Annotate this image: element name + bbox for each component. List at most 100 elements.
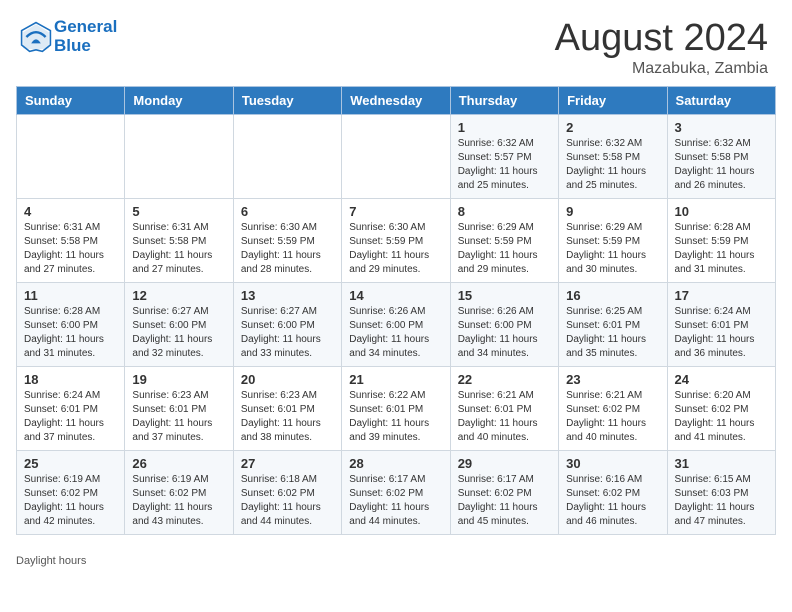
day-number: 15 (458, 288, 551, 303)
day-number: 26 (132, 456, 225, 471)
calendar-cell: 25 Sunrise: 6:19 AM Sunset: 6:02 PM Dayli… (17, 450, 125, 534)
title-area: August 2024 Mazabuka, Zambia (555, 18, 768, 78)
calendar-cell: 21 Sunrise: 6:22 AM Sunset: 6:01 PM Dayli… (342, 366, 450, 450)
weekday-header: Monday (125, 86, 233, 114)
day-number: 29 (458, 456, 551, 471)
day-info: Sunrise: 6:17 AM Sunset: 6:02 PM Dayligh… (458, 473, 551, 529)
day-info: Sunrise: 6:26 AM Sunset: 6:00 PM Dayligh… (458, 305, 551, 361)
calendar-cell: 12 Sunrise: 6:27 AM Sunset: 6:00 PM Dayli… (125, 282, 233, 366)
day-number: 11 (24, 288, 117, 303)
weekday-header: Thursday (450, 86, 558, 114)
day-number: 27 (241, 456, 334, 471)
day-info: Sunrise: 6:29 AM Sunset: 5:59 PM Dayligh… (458, 221, 551, 277)
day-info: Sunrise: 6:19 AM Sunset: 6:02 PM Dayligh… (24, 473, 117, 529)
day-info: Sunrise: 6:30 AM Sunset: 5:59 PM Dayligh… (241, 221, 334, 277)
calendar-cell: 23 Sunrise: 6:21 AM Sunset: 6:02 PM Dayli… (559, 366, 667, 450)
calendar-cell: 19Sunrise: 6:23 AM Sunset: 6:01 PM Dayli… (125, 366, 233, 450)
day-number: 3 (675, 120, 768, 135)
day-info: Sunrise: 6:18 AM Sunset: 6:02 PM Dayligh… (241, 473, 334, 529)
day-number: 30 (566, 456, 659, 471)
weekday-header: Tuesday (233, 86, 341, 114)
calendar-cell: 11 Sunrise: 6:28 AM Sunset: 6:00 PM Dayli… (17, 282, 125, 366)
calendar-cell: 6Sunrise: 6:30 AM Sunset: 5:59 PM Daylig… (233, 198, 341, 282)
day-info: Sunrise: 6:23 AM Sunset: 6:01 PM Dayligh… (241, 389, 334, 445)
weekday-header: Saturday (667, 86, 775, 114)
day-number: 14 (349, 288, 442, 303)
calendar-cell: 31Sunrise: 6:15 AM Sunset: 6:03 PM Dayli… (667, 450, 775, 534)
calendar-cell: 27 Sunrise: 6:18 AM Sunset: 6:02 PM Dayli… (233, 450, 341, 534)
calendar-cell: 3 Sunrise: 6:32 AM Sunset: 5:58 PM Daylig… (667, 114, 775, 198)
calendar-cell: 1 Sunrise: 6:32 AM Sunset: 5:57 PM Daylig… (450, 114, 558, 198)
day-info: Sunrise: 6:30 AM Sunset: 5:59 PM Dayligh… (349, 221, 442, 277)
day-number: 20 (241, 372, 334, 387)
day-number: 23 (566, 372, 659, 387)
day-number: 17 (675, 288, 768, 303)
calendar-cell: 10 Sunrise: 6:28 AM Sunset: 5:59 PM Dayli… (667, 198, 775, 282)
daylight-hours-label: Daylight hours (16, 555, 86, 567)
day-info: Sunrise: 6:32 AM Sunset: 5:57 PM Dayligh… (458, 137, 551, 193)
logo-icon (20, 21, 52, 53)
location-subtitle: Mazabuka, Zambia (555, 60, 768, 78)
calendar-cell (342, 114, 450, 198)
day-number: 7 (349, 204, 442, 219)
day-number: 22 (458, 372, 551, 387)
day-number: 12 (132, 288, 225, 303)
day-info: Sunrise: 6:26 AM Sunset: 6:00 PM Dayligh… (349, 305, 442, 361)
calendar-cell: 26 Sunrise: 6:19 AM Sunset: 6:02 PM Dayli… (125, 450, 233, 534)
day-info: Sunrise: 6:21 AM Sunset: 6:02 PM Dayligh… (566, 389, 659, 445)
calendar-cell: 17 Sunrise: 6:24 AM Sunset: 6:01 PM Dayli… (667, 282, 775, 366)
calendar-cell: 15 Sunrise: 6:26 AM Sunset: 6:00 PM Dayli… (450, 282, 558, 366)
month-year-title: August 2024 (555, 18, 768, 60)
calendar-container: SundayMondayTuesdayWednesdayThursdayFrid… (0, 86, 792, 551)
day-info: Sunrise: 6:28 AM Sunset: 5:59 PM Dayligh… (675, 221, 768, 277)
day-number: 25 (24, 456, 117, 471)
logo-text: General Blue (54, 18, 117, 55)
day-info: Sunrise: 6:28 AM Sunset: 6:00 PM Dayligh… (24, 305, 117, 361)
day-info: Sunrise: 6:32 AM Sunset: 5:58 PM Dayligh… (675, 137, 768, 193)
calendar-cell: 5 Sunrise: 6:31 AM Sunset: 5:58 PM Daylig… (125, 198, 233, 282)
page-header: General Blue August 2024 Mazabuka, Zambi… (0, 0, 792, 86)
day-info: Sunrise: 6:20 AM Sunset: 6:02 PM Dayligh… (675, 389, 768, 445)
day-info: Sunrise: 6:16 AM Sunset: 6:02 PM Dayligh… (566, 473, 659, 529)
calendar-cell: 9Sunrise: 6:29 AM Sunset: 5:59 PM Daylig… (559, 198, 667, 282)
day-number: 10 (675, 204, 768, 219)
day-info: Sunrise: 6:27 AM Sunset: 6:00 PM Dayligh… (132, 305, 225, 361)
logo: General Blue (20, 18, 117, 55)
day-info: Sunrise: 6:27 AM Sunset: 6:00 PM Dayligh… (241, 305, 334, 361)
day-number: 8 (458, 204, 551, 219)
day-info: Sunrise: 6:17 AM Sunset: 6:02 PM Dayligh… (349, 473, 442, 529)
calendar-cell: 7 Sunrise: 6:30 AM Sunset: 5:59 PM Daylig… (342, 198, 450, 282)
calendar-cell: 29 Sunrise: 6:17 AM Sunset: 6:02 PM Dayli… (450, 450, 558, 534)
calendar-cell: 14 Sunrise: 6:26 AM Sunset: 6:00 PM Dayli… (342, 282, 450, 366)
calendar-cell: 13Sunrise: 6:27 AM Sunset: 6:00 PM Dayli… (233, 282, 341, 366)
day-info: Sunrise: 6:31 AM Sunset: 5:58 PM Dayligh… (132, 221, 225, 277)
day-number: 16 (566, 288, 659, 303)
weekday-header: Wednesday (342, 86, 450, 114)
calendar-cell: 18Sunrise: 6:24 AM Sunset: 6:01 PM Dayli… (17, 366, 125, 450)
calendar-table: SundayMondayTuesdayWednesdayThursdayFrid… (16, 86, 776, 535)
footer: Daylight hours (0, 551, 792, 577)
day-info: Sunrise: 6:23 AM Sunset: 6:01 PM Dayligh… (132, 389, 225, 445)
day-number: 28 (349, 456, 442, 471)
day-info: Sunrise: 6:19 AM Sunset: 6:02 PM Dayligh… (132, 473, 225, 529)
calendar-cell: 24Sunrise: 6:20 AM Sunset: 6:02 PM Dayli… (667, 366, 775, 450)
calendar-cell: 28 Sunrise: 6:17 AM Sunset: 6:02 PM Dayli… (342, 450, 450, 534)
day-info: Sunrise: 6:21 AM Sunset: 6:01 PM Dayligh… (458, 389, 551, 445)
weekday-header: Sunday (17, 86, 125, 114)
day-info: Sunrise: 6:22 AM Sunset: 6:01 PM Dayligh… (349, 389, 442, 445)
calendar-cell: 2Sunrise: 6:32 AM Sunset: 5:58 PM Daylig… (559, 114, 667, 198)
day-number: 5 (132, 204, 225, 219)
day-number: 1 (458, 120, 551, 135)
calendar-cell: 30 Sunrise: 6:16 AM Sunset: 6:02 PM Dayli… (559, 450, 667, 534)
day-info: Sunrise: 6:15 AM Sunset: 6:03 PM Dayligh… (675, 473, 768, 529)
calendar-cell: 4Sunrise: 6:31 AM Sunset: 5:58 PM Daylig… (17, 198, 125, 282)
day-number: 4 (24, 204, 117, 219)
calendar-cell: 16Sunrise: 6:25 AM Sunset: 6:01 PM Dayli… (559, 282, 667, 366)
day-info: Sunrise: 6:24 AM Sunset: 6:01 PM Dayligh… (675, 305, 768, 361)
calendar-cell: 8 Sunrise: 6:29 AM Sunset: 5:59 PM Daylig… (450, 198, 558, 282)
calendar-cell (233, 114, 341, 198)
calendar-cell (125, 114, 233, 198)
day-number: 21 (349, 372, 442, 387)
day-info: Sunrise: 6:32 AM Sunset: 5:58 PM Dayligh… (566, 137, 659, 193)
weekday-header: Friday (559, 86, 667, 114)
